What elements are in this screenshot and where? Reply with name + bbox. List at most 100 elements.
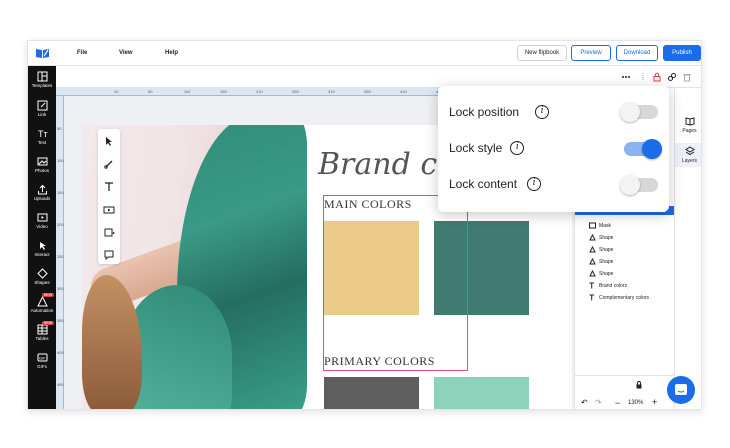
tables-icon	[37, 324, 47, 335]
nav-label: Interact	[34, 252, 50, 257]
ruler-tick: 150	[220, 89, 227, 94]
text-layer-icon	[589, 294, 594, 301]
nav-link[interactable]: Link	[28, 97, 56, 123]
mask-icon	[589, 222, 596, 229]
nav-video[interactable]: Video	[28, 209, 56, 235]
info-icon[interactable]: i	[527, 177, 542, 191]
ruler-tick: 250	[57, 254, 64, 259]
lock-content-toggle[interactable]	[620, 175, 658, 195]
ruler-tick: 110	[184, 89, 191, 94]
shape-icon	[589, 246, 596, 253]
redo-icon[interactable]: ↷	[595, 398, 602, 407]
ruler-tick: 450	[57, 382, 64, 387]
zoom-in-button[interactable]: +	[652, 397, 657, 407]
swatch-gray[interactable]	[324, 377, 419, 409]
rectangle-icon[interactable]	[103, 227, 115, 239]
nav-label: Uploads	[33, 196, 51, 201]
nav-shapes[interactable]: Shapes	[28, 265, 56, 291]
drag-handle-icon[interactable]	[638, 72, 648, 82]
video-icon	[37, 213, 47, 222]
rail-pages[interactable]: Pages	[675, 116, 701, 134]
lock-content-label: Lock content	[449, 177, 518, 191]
cursor-icon[interactable]	[103, 135, 115, 147]
layer-item[interactable]: Shape	[589, 258, 613, 265]
nav-automation[interactable]: NEW Automation	[28, 293, 56, 319]
lock-style-row: Lock style i	[449, 138, 525, 158]
ruler-tick: 350	[364, 89, 371, 94]
upload-icon	[37, 184, 47, 195]
nav-label: Tables	[35, 336, 49, 341]
shape-icon	[589, 270, 596, 277]
layer-label: Shape	[599, 258, 614, 265]
lock-position-label: Lock position	[449, 105, 520, 119]
layer-item[interactable]: Mask	[589, 222, 611, 229]
ruler-tick: 350	[57, 318, 64, 323]
chat-icon	[675, 384, 687, 395]
preview-button[interactable]: Preview	[571, 45, 611, 61]
zoom-level: 130%	[628, 400, 644, 406]
layer-item[interactable]: Shape	[589, 270, 613, 277]
nav-uploads[interactable]: Uploads	[28, 181, 56, 207]
ruler-tick: 310	[328, 89, 335, 94]
pen-icon[interactable]	[103, 158, 115, 170]
chat-button[interactable]	[667, 376, 695, 404]
toggle-knob	[620, 175, 640, 195]
layer-label: Shape	[599, 246, 614, 253]
nav-photos[interactable]: Photos	[28, 153, 56, 179]
menu-help[interactable]: Help	[165, 50, 178, 56]
layer-item[interactable]: Brand colors	[589, 282, 627, 289]
svg-text:GIF: GIF	[39, 356, 46, 361]
layer-label: Shape	[599, 270, 614, 277]
ruler-tick: 50	[148, 89, 153, 94]
ruler-tick: 100	[57, 158, 64, 163]
shapes-icon	[36, 268, 48, 279]
comment-icon[interactable]	[103, 249, 115, 261]
link-element-icon[interactable]	[667, 72, 677, 82]
nav-label: Shapes	[34, 280, 50, 285]
toggle-knob	[642, 139, 662, 159]
nav-templates[interactable]: Templates	[28, 68, 56, 94]
app-logo-icon[interactable]	[35, 47, 50, 59]
text-layer-icon	[589, 282, 594, 289]
swatch-mint[interactable]	[434, 377, 529, 409]
nav-gifs[interactable]: GIF GIFs	[28, 349, 56, 375]
nav-label: Automation	[30, 308, 54, 313]
lock-position-toggle[interactable]	[620, 102, 658, 122]
layer-label: Complementary colors	[599, 294, 650, 301]
nav-label: Text	[37, 140, 47, 145]
nav-interact[interactable]: Interact	[28, 237, 56, 263]
download-button[interactable]: Download	[616, 45, 658, 61]
layer-label: Shape	[599, 234, 614, 241]
shape-icon	[589, 258, 596, 265]
lock-icon[interactable]	[652, 72, 662, 82]
info-icon[interactable]: i	[510, 141, 525, 155]
toggle-knob	[620, 102, 640, 122]
nav-text[interactable]: Tт Text	[28, 125, 56, 151]
menu-file[interactable]: File	[77, 50, 87, 56]
ruler-tick: 300	[57, 286, 64, 291]
rail-layers[interactable]: Layers	[675, 143, 701, 167]
undo-icon[interactable]: ↶	[581, 398, 588, 407]
zoom-out-button[interactable]: −	[615, 398, 620, 408]
nav-tables[interactable]: NEW Tables	[28, 321, 56, 347]
menu-view[interactable]: View	[119, 50, 133, 56]
tool-palette	[98, 129, 120, 264]
layer-item[interactable]: Shape	[589, 234, 613, 241]
media-icon[interactable]	[103, 204, 115, 216]
info-icon[interactable]: i	[535, 105, 550, 119]
lock-layer-icon[interactable]	[635, 381, 643, 389]
new-flipbook-button[interactable]: New flipbook	[517, 45, 567, 61]
nav-label: GIFs	[37, 364, 47, 369]
shape-icon	[589, 234, 596, 241]
layer-item[interactable]: Shape	[589, 246, 613, 253]
pages-icon	[685, 117, 694, 126]
interact-icon	[39, 242, 46, 250]
layer-item[interactable]: Complementary colors	[589, 294, 649, 301]
publish-button[interactable]: Publish	[663, 45, 701, 61]
text-tool-icon[interactable]	[103, 181, 115, 193]
selection-box[interactable]	[323, 195, 468, 371]
lock-style-toggle[interactable]	[624, 139, 662, 159]
trash-icon[interactable]	[682, 72, 692, 82]
more-options-icon[interactable]	[621, 72, 631, 82]
right-rail: Pages Layers	[674, 88, 701, 409]
